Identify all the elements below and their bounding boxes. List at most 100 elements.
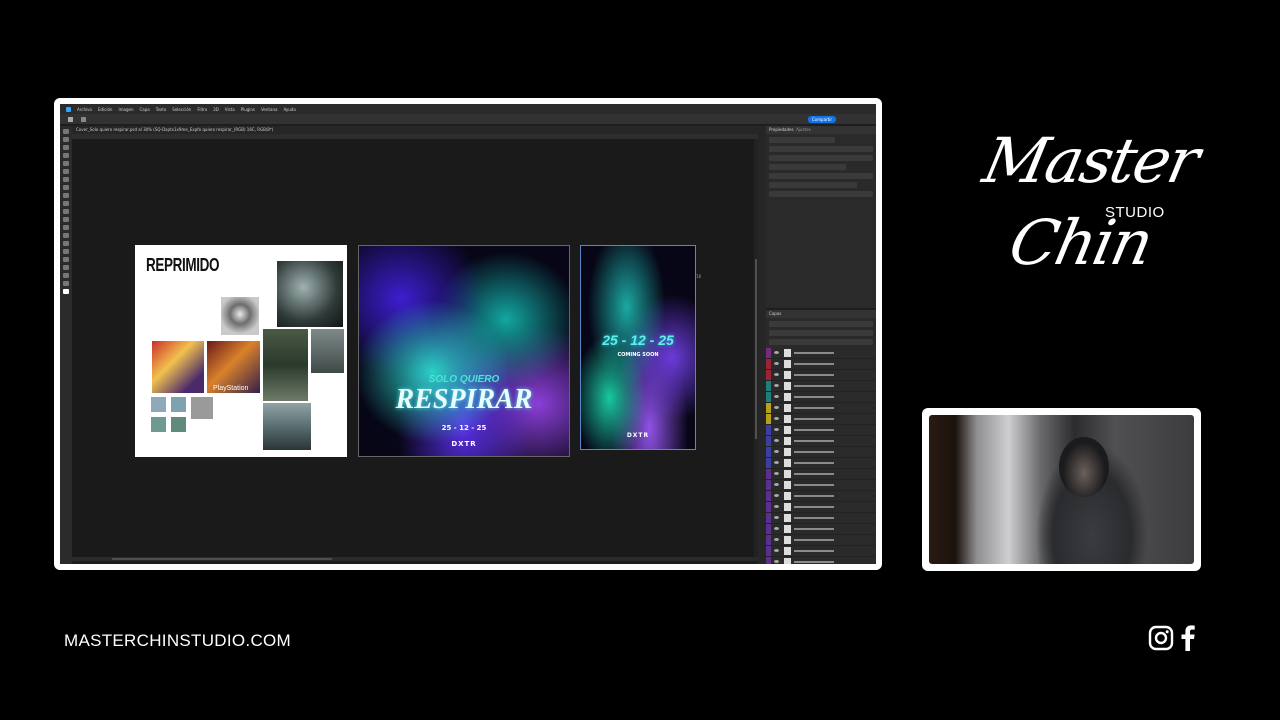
property-row[interactable] xyxy=(769,191,873,197)
artboard-story[interactable]: 25 - 12 - 25 COMING SOON DXTR xyxy=(580,245,696,450)
visibility-eye-icon[interactable] xyxy=(774,560,779,563)
color-swatch-icon[interactable] xyxy=(63,289,69,294)
menu-item-filtro[interactable]: Filtro xyxy=(197,107,207,112)
visibility-eye-icon[interactable] xyxy=(774,439,779,442)
layer-filter-row[interactable] xyxy=(769,321,873,327)
path-select-icon[interactable] xyxy=(63,257,69,262)
select-tool-icon[interactable] xyxy=(63,153,69,158)
property-row[interactable] xyxy=(769,155,873,161)
visibility-eye-icon[interactable] xyxy=(774,549,779,552)
visibility-eye-icon[interactable] xyxy=(774,516,779,519)
home-icon[interactable] xyxy=(68,116,73,122)
visibility-eye-icon[interactable] xyxy=(774,483,779,486)
layer-row[interactable] xyxy=(766,425,876,436)
gradient-tool-icon[interactable] xyxy=(63,217,69,222)
menu-item-imagen[interactable]: Imagen xyxy=(118,107,133,112)
menu-item-edicion[interactable]: Edición xyxy=(98,107,112,112)
visibility-eye-icon[interactable] xyxy=(774,362,779,365)
layer-row[interactable] xyxy=(766,359,876,370)
layer-row[interactable] xyxy=(766,370,876,381)
dodge-tool-icon[interactable] xyxy=(63,233,69,238)
visibility-eye-icon[interactable] xyxy=(774,428,779,431)
visibility-eye-icon[interactable] xyxy=(774,527,779,530)
move-tool-icon[interactable] xyxy=(81,116,86,122)
layers-tab[interactable]: Capas xyxy=(766,310,876,318)
pen-tool-icon[interactable] xyxy=(63,241,69,246)
visibility-eye-icon[interactable] xyxy=(774,417,779,420)
scrollbar-thumb[interactable] xyxy=(755,259,757,439)
layer-row[interactable] xyxy=(766,403,876,414)
menu-item-capa[interactable]: Capa xyxy=(140,107,150,112)
brush-tool-icon[interactable] xyxy=(63,185,69,190)
layer-row[interactable] xyxy=(766,381,876,392)
layer-row[interactable] xyxy=(766,414,876,425)
share-button[interactable]: Compartir xyxy=(807,115,836,123)
eyedropper-tool-icon[interactable] xyxy=(63,169,69,174)
visibility-eye-icon[interactable] xyxy=(774,351,779,354)
menu-item-seleccion[interactable]: Selección xyxy=(172,107,191,112)
menu-item-archivo[interactable]: Archivo xyxy=(77,107,92,112)
menu-item-3d[interactable]: 3D xyxy=(213,107,219,112)
move-tool-icon[interactable] xyxy=(63,129,69,134)
visibility-eye-icon[interactable] xyxy=(774,472,779,475)
artboard-moodboard[interactable]: REPRIMIDO PlayStation xyxy=(135,245,347,457)
lasso-tool-icon[interactable] xyxy=(63,145,69,150)
artboard-cover-square[interactable]: SOLO QUIERO RESPIRAR 25 - 12 - 25 DXTR xyxy=(358,245,570,457)
property-row[interactable] xyxy=(769,173,873,179)
menu-item-texto[interactable]: Texto xyxy=(156,107,167,112)
website-url[interactable]: MASTERCHINSTUDIO.COM xyxy=(64,631,291,651)
visibility-eye-icon[interactable] xyxy=(774,461,779,464)
layer-row[interactable] xyxy=(766,557,876,564)
layer-row[interactable] xyxy=(766,458,876,469)
menu-item-ventana[interactable]: Ventana xyxy=(261,107,277,112)
layer-lock-row[interactable] xyxy=(769,339,873,345)
document-tab[interactable]: Cover_Solo quiero respirar.psd al 30% (S… xyxy=(72,126,764,134)
layer-row[interactable] xyxy=(766,546,876,557)
menu-item-plugins[interactable]: Plugins xyxy=(241,107,255,112)
menu-item-vista[interactable]: Vista xyxy=(225,107,235,112)
horizontal-scrollbar[interactable] xyxy=(72,557,758,561)
blur-tool-icon[interactable] xyxy=(63,225,69,230)
visibility-eye-icon[interactable] xyxy=(774,406,779,409)
menu-item-ayuda[interactable]: Ayuda xyxy=(283,107,295,112)
type-tool-icon[interactable] xyxy=(63,249,69,254)
layer-row[interactable] xyxy=(766,469,876,480)
marquee-tool-icon[interactable] xyxy=(63,137,69,142)
visibility-eye-icon[interactable] xyxy=(774,538,779,541)
instagram-icon[interactable] xyxy=(1148,625,1174,651)
hand-tool-icon[interactable] xyxy=(63,273,69,278)
visibility-eye-icon[interactable] xyxy=(774,450,779,453)
property-row[interactable] xyxy=(769,137,835,143)
healing-tool-icon[interactable] xyxy=(63,177,69,182)
layer-row[interactable] xyxy=(766,491,876,502)
history-brush-icon[interactable] xyxy=(63,201,69,206)
visibility-eye-icon[interactable] xyxy=(774,505,779,508)
properties-tab[interactable]: Propiedades Ajustes xyxy=(766,126,876,134)
visibility-eye-icon[interactable] xyxy=(774,384,779,387)
visibility-eye-icon[interactable] xyxy=(774,395,779,398)
facebook-icon[interactable] xyxy=(1180,625,1196,651)
layer-row[interactable] xyxy=(766,513,876,524)
property-row[interactable] xyxy=(769,146,873,152)
property-row[interactable] xyxy=(769,164,846,170)
layer-row[interactable] xyxy=(766,524,876,535)
adjust-tab-label[interactable]: Ajustes xyxy=(796,127,811,132)
visibility-eye-icon[interactable] xyxy=(774,494,779,497)
zoom-tool-icon[interactable] xyxy=(63,281,69,286)
layer-row[interactable] xyxy=(766,502,876,513)
layer-row[interactable] xyxy=(766,535,876,546)
layer-row[interactable] xyxy=(766,436,876,447)
crop-tool-icon[interactable] xyxy=(63,161,69,166)
layer-blend-row[interactable] xyxy=(769,330,873,336)
shape-tool-icon[interactable] xyxy=(63,265,69,270)
layer-row[interactable] xyxy=(766,447,876,458)
eraser-tool-icon[interactable] xyxy=(63,209,69,214)
layer-row[interactable] xyxy=(766,480,876,491)
scrollbar-thumb[interactable] xyxy=(112,558,332,560)
stamp-tool-icon[interactable] xyxy=(63,193,69,198)
layer-color-tag xyxy=(766,458,771,468)
property-row[interactable] xyxy=(769,182,857,188)
layer-row[interactable] xyxy=(766,348,876,359)
visibility-eye-icon[interactable] xyxy=(774,373,779,376)
layer-row[interactable] xyxy=(766,392,876,403)
